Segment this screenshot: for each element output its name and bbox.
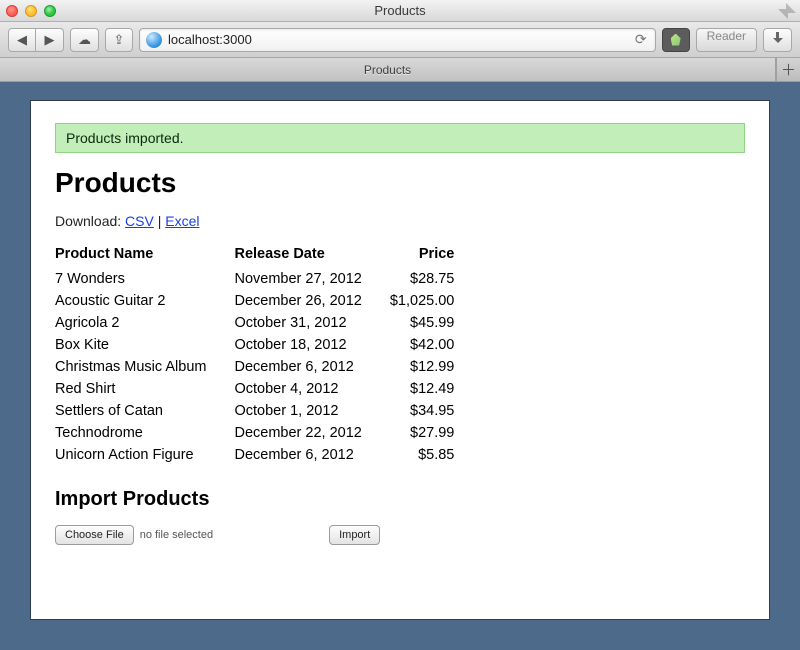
table-header-row: Product Name Release Date Price bbox=[55, 243, 482, 268]
table-row: Christmas Music AlbumDecember 6, 2012$12… bbox=[55, 356, 482, 378]
table-row: Box KiteOctober 18, 2012$42.00 bbox=[55, 334, 482, 356]
table-row: 7 WondersNovember 27, 2012$28.75 bbox=[55, 268, 482, 290]
download-icon bbox=[771, 33, 784, 46]
cell-price: $42.00 bbox=[390, 334, 483, 356]
import-submit-button[interactable]: Import bbox=[329, 525, 380, 545]
table-row: Acoustic Guitar 2December 26, 2012$1,025… bbox=[55, 290, 482, 312]
share-icon: ⇪ bbox=[114, 32, 125, 48]
cell-name: Christmas Music Album bbox=[55, 356, 234, 378]
flash-notice: Products imported. bbox=[55, 123, 745, 153]
reader-button[interactable]: Reader bbox=[696, 28, 757, 52]
cell-name: 7 Wonders bbox=[55, 268, 234, 290]
icloud-tabs-button[interactable]: ☁︎ bbox=[70, 28, 99, 52]
tab-bar: Products ＋ bbox=[0, 58, 800, 82]
browser-toolbar: ◀ ▶ ☁︎ ⇪ ⟳ Reader bbox=[0, 22, 800, 58]
tab-products[interactable]: Products bbox=[0, 58, 776, 81]
cell-price: $28.75 bbox=[390, 268, 483, 290]
cell-price: $45.99 bbox=[390, 312, 483, 334]
tab-label: Products bbox=[364, 63, 411, 77]
window-titlebar: Products bbox=[0, 0, 800, 22]
cell-price: $27.99 bbox=[390, 422, 483, 444]
cell-name: Technodrome bbox=[55, 422, 234, 444]
table-row: Unicorn Action FigureDecember 6, 2012$5.… bbox=[55, 444, 482, 466]
cell-date: October 1, 2012 bbox=[234, 400, 389, 422]
download-csv-link[interactable]: CSV bbox=[125, 213, 154, 229]
cell-price: $5.85 bbox=[390, 444, 483, 466]
products-table: Product Name Release Date Price 7 Wonder… bbox=[55, 243, 482, 466]
cell-date: November 27, 2012 bbox=[234, 268, 389, 290]
cell-date: October 18, 2012 bbox=[234, 334, 389, 356]
download-label: Download: bbox=[55, 213, 121, 229]
cell-date: December 6, 2012 bbox=[234, 356, 389, 378]
col-price: Price bbox=[390, 243, 483, 268]
col-date: Release Date bbox=[234, 243, 389, 268]
cell-price: $12.49 bbox=[390, 378, 483, 400]
page-content: Products imported. Products Download: CS… bbox=[30, 100, 770, 620]
share-button[interactable]: ⇪ bbox=[105, 28, 133, 52]
import-title: Import Products bbox=[55, 488, 745, 511]
download-line: Download: CSV | Excel bbox=[55, 213, 745, 229]
cell-name: Acoustic Guitar 2 bbox=[55, 290, 234, 312]
page-viewport: Products imported. Products Download: CS… bbox=[0, 82, 800, 650]
cell-price: $12.99 bbox=[390, 356, 483, 378]
minimize-window-button[interactable] bbox=[25, 5, 37, 17]
cell-name: Agricola 2 bbox=[55, 312, 234, 334]
col-name: Product Name bbox=[55, 243, 234, 268]
site-favicon-icon bbox=[146, 32, 162, 48]
cell-name: Red Shirt bbox=[55, 378, 234, 400]
table-row: Settlers of CatanOctober 1, 2012$34.95 bbox=[55, 400, 482, 422]
cell-name: Settlers of Catan bbox=[55, 400, 234, 422]
cell-name: Unicorn Action Figure bbox=[55, 444, 234, 466]
cell-name: Box Kite bbox=[55, 334, 234, 356]
import-form: Choose File no file selected Import bbox=[55, 525, 745, 545]
cell-price: $1,025.00 bbox=[390, 290, 483, 312]
reload-button[interactable]: ⟳ bbox=[631, 31, 651, 48]
new-tab-button[interactable]: ＋ bbox=[776, 58, 800, 81]
download-excel-link[interactable]: Excel bbox=[165, 213, 199, 229]
url-input[interactable] bbox=[168, 32, 625, 47]
close-window-button[interactable] bbox=[6, 5, 18, 17]
cell-date: October 4, 2012 bbox=[234, 378, 389, 400]
cell-date: December 22, 2012 bbox=[234, 422, 389, 444]
table-row: Red ShirtOctober 4, 2012$12.49 bbox=[55, 378, 482, 400]
address-bar[interactable]: ⟳ bbox=[139, 28, 656, 52]
page-title: Products bbox=[55, 167, 745, 199]
forward-button[interactable]: ▶ bbox=[36, 28, 64, 52]
table-row: Agricola 2October 31, 2012$45.99 bbox=[55, 312, 482, 334]
cell-price: $34.95 bbox=[390, 400, 483, 422]
cell-date: October 31, 2012 bbox=[234, 312, 389, 334]
reader-toggle-button[interactable] bbox=[662, 28, 690, 52]
table-row: TechnodromeDecember 22, 2012$27.99 bbox=[55, 422, 482, 444]
cell-date: December 6, 2012 bbox=[234, 444, 389, 466]
cell-date: December 26, 2012 bbox=[234, 290, 389, 312]
choose-file-button[interactable]: Choose File bbox=[55, 525, 134, 545]
downloads-button[interactable] bbox=[763, 28, 792, 52]
window-title: Products bbox=[0, 3, 800, 18]
flash-text: Products imported. bbox=[66, 130, 184, 146]
back-button[interactable]: ◀ bbox=[8, 28, 36, 52]
fullscreen-icon[interactable] bbox=[780, 5, 794, 17]
file-status-text: no file selected bbox=[140, 529, 213, 541]
cloud-icon: ☁︎ bbox=[78, 32, 91, 48]
zoom-window-button[interactable] bbox=[44, 5, 56, 17]
